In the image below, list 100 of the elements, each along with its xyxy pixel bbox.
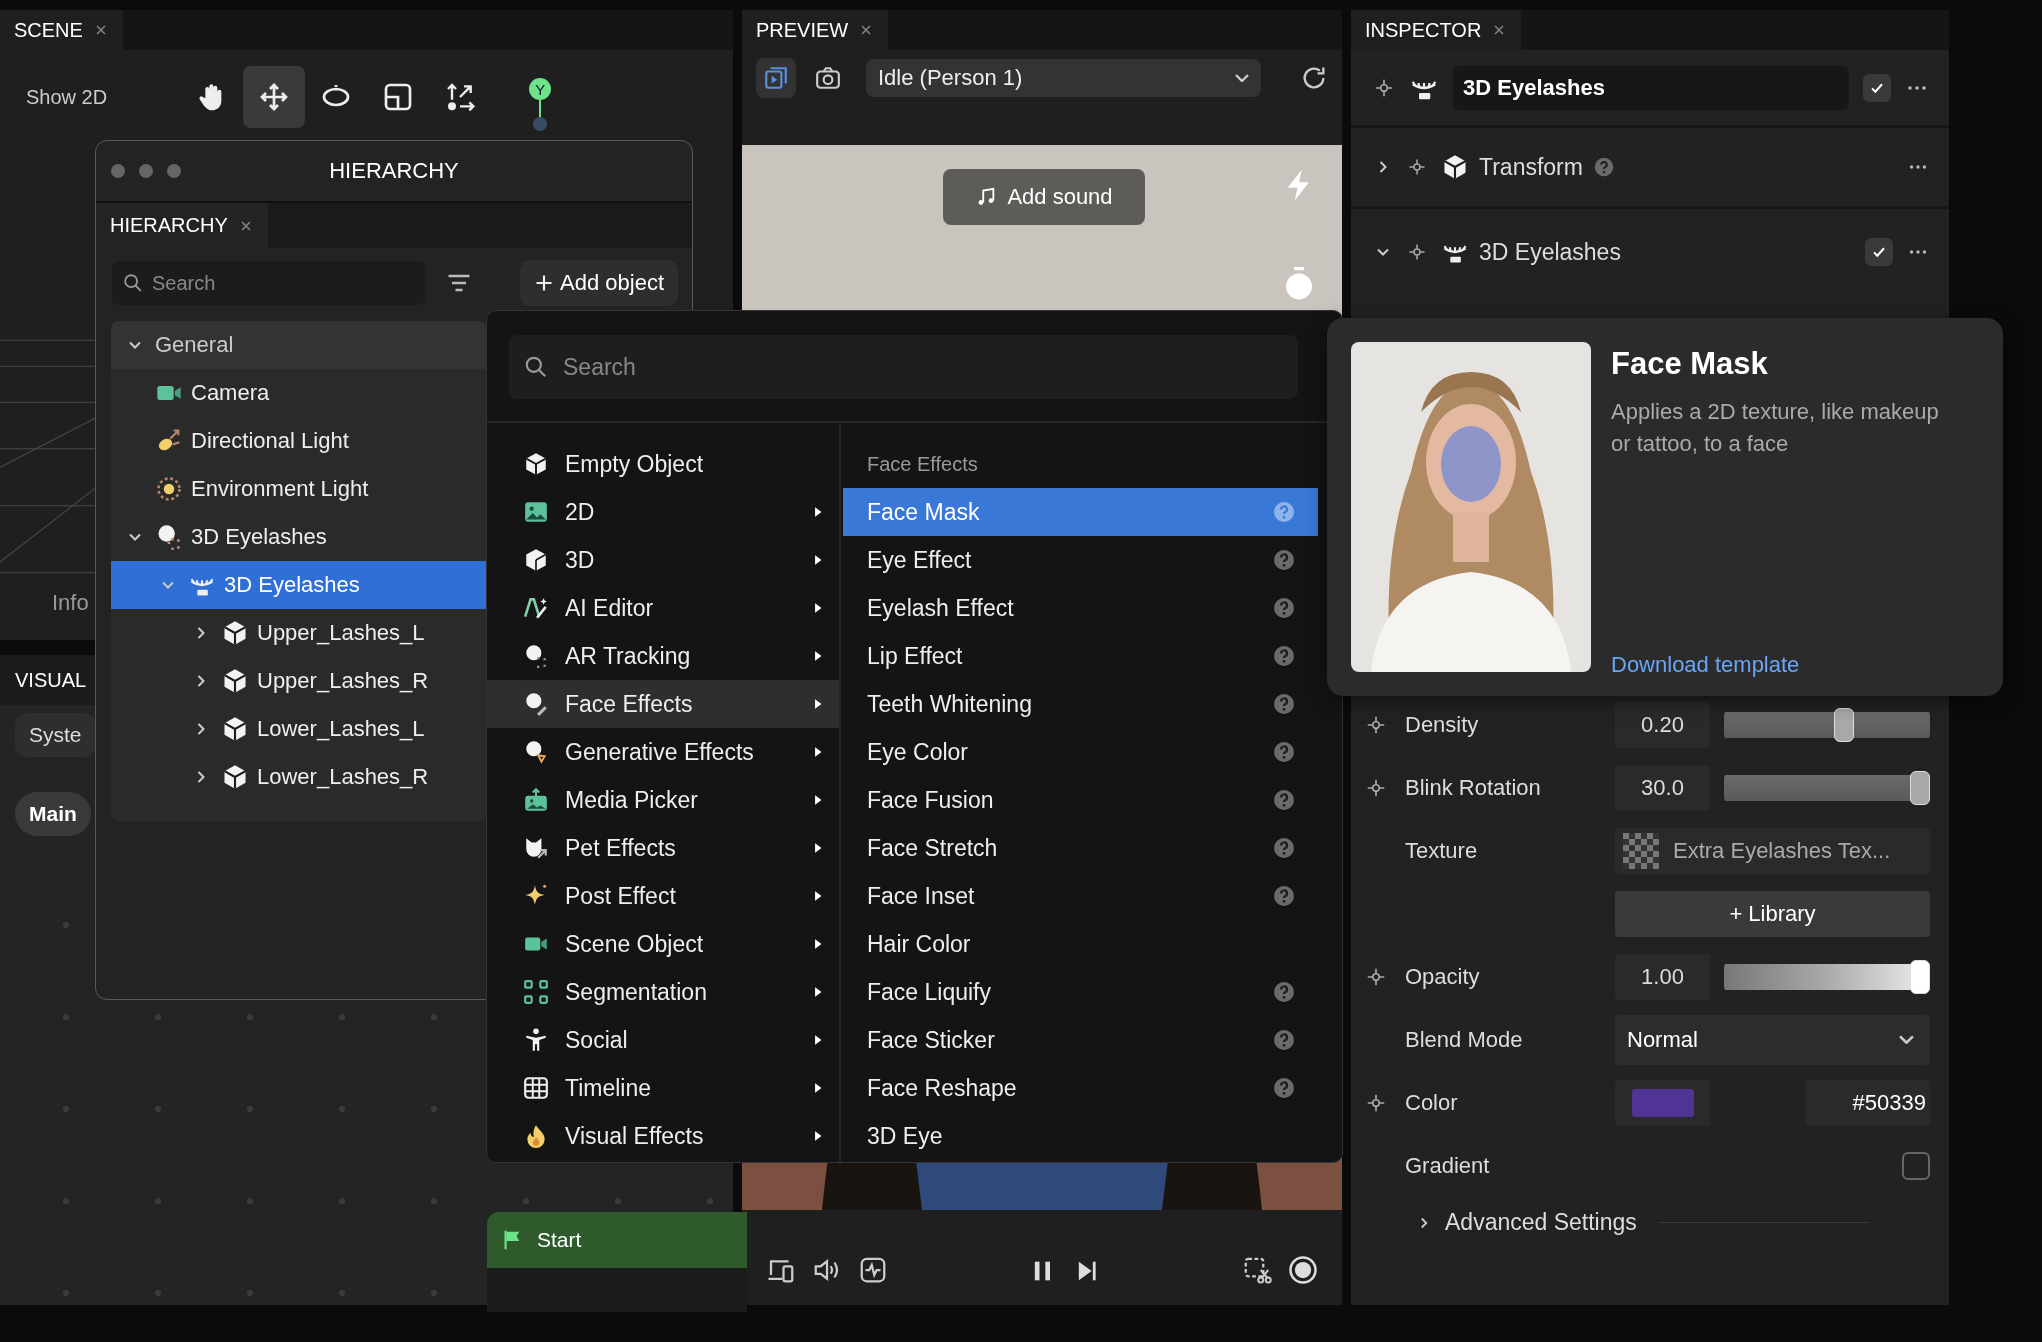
cube-icon: [221, 667, 249, 695]
graph-tab[interactable]: Main: [15, 792, 91, 836]
animation-dropdown[interactable]: Idle (Person 1): [866, 59, 1261, 97]
download-template-link[interactable]: Download template: [1611, 652, 1951, 678]
help-icon[interactable]: [1272, 596, 1296, 620]
property-label: Blink Rotation: [1405, 774, 1542, 801]
activity-icon[interactable]: [858, 1255, 888, 1285]
menu-item[interactable]: Face Mask: [843, 488, 1318, 536]
color-field[interactable]: [1615, 1079, 1710, 1126]
help-icon[interactable]: [1272, 740, 1296, 764]
dropdown[interactable]: Normal: [1615, 1014, 1930, 1065]
tool-button[interactable]: [243, 66, 306, 128]
image-icon: [523, 499, 549, 525]
visual-tab[interactable]: VISUAL: [15, 668, 87, 692]
slider-thumb[interactable]: [1910, 959, 1930, 994]
scene-tab[interactable]: SCENE: [0, 10, 123, 50]
help-icon[interactable]: [1272, 1076, 1296, 1100]
help-icon[interactable]: [1272, 1028, 1296, 1052]
scissors-icon[interactable]: [1242, 1255, 1272, 1285]
texture-field[interactable]: Extra Eyelashes Tex...: [1615, 827, 1930, 874]
search-field[interactable]: Search: [509, 335, 1298, 399]
menu-item[interactable]: Hair Color: [843, 920, 1318, 968]
cube-icon: [221, 763, 249, 791]
inspector-tab[interactable]: INSPECTOR: [1351, 10, 1522, 50]
number-field[interactable]: 30.0: [1615, 764, 1710, 811]
checkbox[interactable]: [1863, 73, 1891, 102]
tracking-icon: [523, 643, 549, 669]
menu-item[interactable]: 3D Eye: [843, 1112, 1318, 1160]
menu-item[interactable]: Teeth Whitening: [843, 680, 1318, 728]
help-icon[interactable]: [1272, 548, 1296, 572]
hierarchy-tab[interactable]: HIERARCHY: [96, 203, 268, 248]
menu-item[interactable]: Eyelash Effect: [843, 584, 1318, 632]
checkbox[interactable]: [1865, 238, 1893, 266]
cube-icon: [523, 451, 549, 477]
menu-item[interactable]: AI Editor: [487, 584, 839, 632]
checkbox[interactable]: [1902, 1151, 1930, 1180]
menu-item[interactable]: Lip Effect: [843, 632, 1318, 680]
menu-item[interactable]: Media Picker: [487, 776, 839, 824]
tooltip-title: Face Mask: [1611, 346, 1769, 382]
menu-item[interactable]: 2D: [487, 488, 839, 536]
tree-item[interactable]: Directional Light: [111, 417, 487, 465]
preview-tab[interactable]: PREVIEW: [742, 10, 889, 50]
library-button[interactable]: + Library: [1615, 890, 1930, 937]
menu-item[interactable]: Face Liquify: [843, 968, 1318, 1016]
section-header: Face Effects: [867, 452, 978, 476]
property-label: Opacity: [1405, 963, 1481, 990]
record-icon[interactable]: [1288, 1255, 1318, 1285]
texture-thumbnail: [1623, 832, 1659, 869]
tree-item[interactable]: Camera: [111, 369, 487, 417]
number-field[interactable]: 0.20: [1615, 701, 1710, 748]
menu-item[interactable]: Pet Effects: [487, 824, 839, 872]
play-window-icon: [763, 65, 789, 91]
keyframe-icon[interactable]: [1407, 157, 1427, 177]
tree-item[interactable]: Environment Light: [111, 465, 487, 513]
slider-thumb[interactable]: [1833, 707, 1854, 742]
slider-thumb[interactable]: [1910, 770, 1930, 805]
menu-item[interactable]: Face Effects: [487, 680, 839, 728]
graph-tab[interactable]: Syste: [15, 713, 96, 757]
menu-item[interactable]: AR Tracking: [487, 632, 839, 680]
menu-item[interactable]: Face Inset: [843, 872, 1318, 920]
menu-item[interactable]: Eye Color: [843, 728, 1318, 776]
menu-item[interactable]: Visual Effects: [487, 1112, 839, 1160]
help-icon[interactable]: [1272, 836, 1296, 860]
menu-item[interactable]: Face Stretch: [843, 824, 1318, 872]
menu-item[interactable]: Empty Object: [487, 440, 839, 488]
help-icon[interactable]: [1272, 884, 1296, 908]
tree-item[interactable]: General: [111, 321, 487, 369]
menu-item[interactable]: Generative Effects: [487, 728, 839, 776]
help-icon[interactable]: [1592, 156, 1615, 178]
menu-item[interactable]: 3D: [487, 536, 839, 584]
menu-item[interactable]: Social: [487, 1016, 839, 1064]
menu-item[interactable]: Segmentation: [487, 968, 839, 1016]
cube-icon: [221, 715, 249, 743]
keyframe-icon[interactable]: [1407, 242, 1427, 262]
help-icon[interactable]: [1272, 788, 1296, 812]
menu-item[interactable]: Post Effect: [487, 872, 839, 920]
add-object-button[interactable]: Add object: [520, 260, 678, 306]
menu-item[interactable]: Timeline: [487, 1064, 839, 1112]
menu-item[interactable]: Face Sticker: [843, 1016, 1318, 1064]
window-title: HIERARCHY: [329, 158, 459, 184]
preview-mode-button[interactable]: [756, 58, 796, 98]
help-icon[interactable]: [1272, 692, 1296, 716]
menu-item[interactable]: Scene Object: [487, 920, 839, 968]
menu-item[interactable]: Eye Effect: [843, 536, 1318, 584]
tree-item[interactable]: 3D Eyelashes: [111, 561, 487, 609]
tree-item[interactable]: 3D Eyelashes: [111, 513, 487, 561]
show-2d-toggle[interactable]: Show 2D: [26, 85, 108, 109]
start-node[interactable]: Start: [487, 1212, 747, 1312]
add-sound-button[interactable]: Add sound: [943, 169, 1145, 225]
menu-item[interactable]: Face Fusion: [843, 776, 1318, 824]
hex-field[interactable]: #50339: [1805, 1079, 1930, 1126]
advanced-settings-toggle[interactable]: Advanced Settings: [1445, 1209, 1637, 1236]
number-field[interactable]: 1.00: [1615, 953, 1710, 1000]
search-field[interactable]: Search: [112, 261, 425, 305]
cube-icon: [1441, 153, 1469, 181]
menu-item[interactable]: Face Reshape: [843, 1064, 1318, 1112]
help-icon[interactable]: [1272, 980, 1296, 1004]
object-name-field[interactable]: 3D Eyelashes: [1453, 65, 1849, 110]
help-icon[interactable]: [1272, 644, 1296, 668]
axis-handle[interactable]: Y: [529, 78, 552, 100]
